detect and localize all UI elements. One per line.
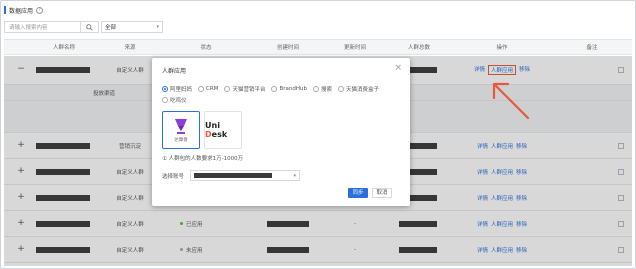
page-header: 数据应用 ? (4, 4, 44, 16)
col-remark: 备注 (586, 45, 598, 51)
platform-card-damopan[interactable]: 达摩盘 (162, 111, 200, 149)
col-actions: 操作 (496, 45, 508, 51)
radio-chiji[interactable]: 吃鸡仪 (162, 96, 187, 104)
filter-select-value: 全部 (105, 25, 117, 31)
radio-tmall-box[interactable]: 天猫消费盒子 (337, 85, 379, 93)
arrow-annotation-icon (492, 82, 530, 120)
account-value (194, 173, 273, 178)
search-input[interactable]: 请输入搜索内容 (4, 21, 81, 33)
radio-brandhub[interactable]: BrandHub (271, 85, 307, 93)
table-header: 人群名称 来源 状态 创建时间 更新时间 人群总数 操作 备注 (4, 39, 632, 55)
search-button[interactable] (81, 21, 99, 33)
account-row: 选择账号 ▾ (162, 170, 301, 181)
size-requirement-note: ① 人群包的人数要求1万-1000万 (162, 156, 244, 162)
close-icon[interactable]: × (394, 63, 402, 73)
radio-tmall-marketing[interactable]: 天猫营销平台 (224, 85, 265, 93)
radio-search[interactable]: 搜索 (312, 85, 332, 93)
account-label: 选择账号 (162, 173, 185, 180)
radio-icon (337, 86, 344, 92)
radio-icon (162, 97, 168, 103)
search-row: 请输入搜索内容 全部 ▾ (4, 21, 163, 33)
radio-icon (224, 86, 231, 92)
col-updated: 更新时间 (343, 45, 366, 51)
header-accent-bar (4, 6, 6, 14)
unidesk-logo: Uni Desk (205, 121, 228, 139)
chevron-down-icon: ▾ (293, 172, 297, 179)
damopan-logo-icon (175, 119, 187, 134)
sync-button[interactable]: 同步 (348, 188, 368, 198)
help-icon[interactable]: ? (36, 6, 44, 14)
crowd-apply-modal: 人群应用 × 阿里妈妈 CRM 天猫营销平台 BrandHub 搜索 天猫消费盒… (152, 58, 410, 206)
search-icon (86, 23, 93, 31)
col-created: 创建时间 (276, 45, 299, 51)
channel-radio-group: 阿里妈妈 CRM 天猫营销平台 BrandHub 搜索 天猫消费盒子 吃鸡仪 (162, 85, 406, 104)
col-name: 人群名称 (52, 45, 75, 51)
card-caption: 达摩盘 (174, 138, 188, 143)
platform-card-unidesk[interactable]: Uni Desk (204, 111, 242, 149)
radio-crm[interactable]: CRM (198, 85, 218, 93)
radio-icon (198, 86, 205, 92)
chevron-down-icon: ▾ (156, 24, 159, 30)
col-status: 状态 (200, 45, 212, 51)
page-title: 数据应用 (9, 7, 34, 15)
radio-icon (271, 86, 278, 92)
col-count: 人群总数 (407, 45, 430, 51)
modal-title: 人群应用 (162, 68, 187, 75)
radio-icon (312, 86, 319, 92)
filter-select[interactable]: 全部 ▾ (101, 21, 163, 33)
radio-alimama[interactable]: 阿里妈妈 (162, 85, 192, 93)
account-select[interactable]: ▾ (190, 170, 301, 181)
col-source: 来源 (124, 45, 136, 51)
cancel-button[interactable]: 取消 (372, 188, 392, 198)
radio-checked-icon (162, 86, 168, 92)
